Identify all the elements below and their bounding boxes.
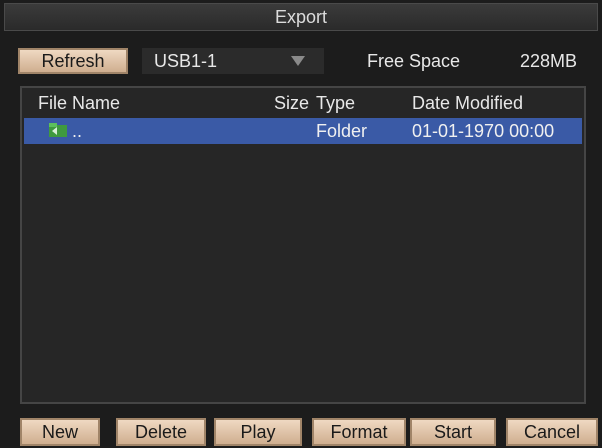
file-date-cell: 01-01-1970 00:00	[412, 121, 555, 141]
new-button[interactable]: New	[20, 418, 100, 446]
action-bar: New Delete Play Format Start Cancel	[0, 412, 602, 448]
dialog-title: Export	[4, 3, 598, 31]
device-select[interactable]: USB1-1	[142, 48, 324, 74]
column-header-file-name[interactable]: File Name	[38, 88, 120, 118]
column-header-date-modified[interactable]: Date Modified	[412, 88, 523, 118]
file-list[interactable]: File Name Size Type Date Modified .. Fol…	[20, 86, 586, 404]
device-select-value: USB1-1	[154, 51, 218, 71]
column-header-size[interactable]: Size	[274, 88, 309, 118]
cancel-button[interactable]: Cancel	[506, 418, 598, 446]
free-space-label: Free Space	[367, 51, 461, 71]
folder-icon	[49, 123, 67, 137]
start-button[interactable]: Start	[410, 418, 496, 446]
file-type-cell: Folder	[316, 121, 368, 141]
delete-button[interactable]: Delete	[116, 418, 206, 446]
export-dialog: Export Refresh USB1-1 Free Space 228MB F…	[0, 0, 602, 448]
toolbar: Refresh USB1-1 Free Space 228MB	[4, 37, 598, 79]
play-button[interactable]: Play	[214, 418, 302, 446]
free-space-value: 228MB	[520, 51, 578, 71]
file-list-header: File Name Size Type Date Modified	[22, 88, 584, 118]
file-name-cell: ..	[72, 121, 83, 141]
chevron-down-icon	[291, 56, 305, 66]
refresh-button[interactable]: Refresh	[18, 48, 128, 74]
format-button[interactable]: Format	[312, 418, 406, 446]
list-item[interactable]: .. Folder 01-01-1970 00:00	[24, 118, 582, 144]
column-header-type[interactable]: Type	[316, 88, 355, 118]
